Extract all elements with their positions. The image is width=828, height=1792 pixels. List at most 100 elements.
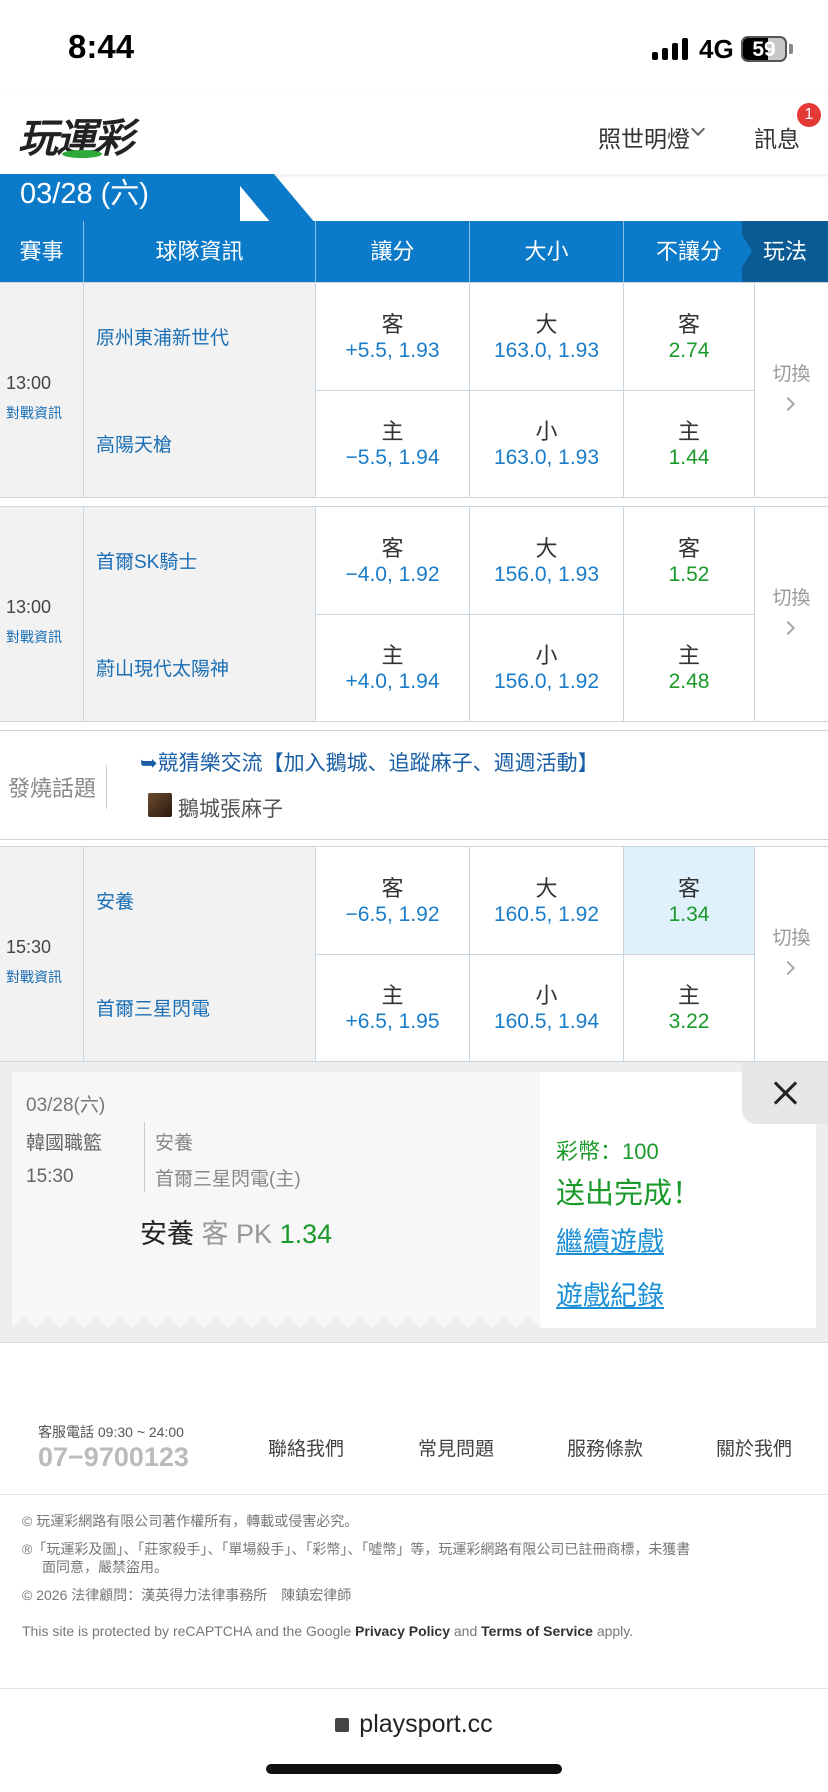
game-time: 13:00: [6, 373, 52, 393]
team-cell: 高陽天槍: [84, 390, 316, 497]
odds-value: +5.5, 1.93: [345, 339, 440, 362]
team-name[interactable]: 首爾SK騎士: [96, 547, 197, 574]
odds-label: 主: [677, 643, 700, 668]
footer-link-terms[interactable]: 服務條款: [567, 1434, 643, 1461]
odds-value: 2.48: [668, 670, 710, 693]
odds-cell-moneyline[interactable]: 主 2.48: [624, 614, 754, 721]
odds-cell-moneyline[interactable]: 主 3.22: [624, 954, 754, 1061]
pick-side: 客 PK: [201, 1219, 273, 1249]
avatar: [148, 793, 172, 817]
odds-cell-spread[interactable]: 客 −4.0, 1.92: [316, 507, 470, 614]
matchup-info-link[interactable]: 對戰資訊: [6, 627, 62, 647]
recaptcha-and: and: [450, 1623, 482, 1639]
odds-label: 主: [381, 419, 404, 444]
team-name[interactable]: 蔚山現代太陽神: [96, 654, 229, 681]
col-play[interactable]: 玩法: [742, 221, 828, 282]
team-name[interactable]: 安養: [96, 887, 134, 914]
odds-cell-moneyline[interactable]: 主 1.44: [624, 390, 754, 497]
row-divider: [316, 954, 754, 955]
footer-link-faq[interactable]: 常見問題: [418, 1434, 494, 1461]
team-name[interactable]: 高陽天槍: [96, 430, 172, 457]
odds-cell-spread[interactable]: 主 +6.5, 1.95: [316, 954, 470, 1061]
team-cell: 首爾三星閃電: [84, 954, 316, 1061]
recaptcha-apply: apply.: [592, 1623, 634, 1639]
odds-cell-total[interactable]: 小 156.0, 1.92: [470, 614, 624, 721]
legal-counsel-text: © 2026 法律顧問：漢英得力法律事務所 陳鎮宏律師: [22, 1587, 352, 1603]
game-time: 15:30: [6, 937, 52, 957]
odds-label: 小: [535, 983, 558, 1008]
pick-odds: 1.34: [279, 1219, 333, 1249]
footer-link-about[interactable]: 關於我們: [716, 1434, 792, 1461]
odds-label: 大: [535, 536, 558, 561]
trademark-text-cont: 面同意，嚴禁盜用。: [42, 1559, 168, 1575]
switch-play-button[interactable]: 切換: [754, 283, 828, 497]
odds-cell-total[interactable]: 大 156.0, 1.93: [470, 507, 624, 614]
hot-topic-label: 發燒話題: [8, 776, 97, 801]
continue-game-link[interactable]: 繼續遊戲: [556, 1220, 664, 1259]
ticket-date: 03/28(六): [26, 1095, 106, 1116]
odds-label: 主: [381, 983, 404, 1008]
chevron-down-icon[interactable]: [690, 121, 706, 137]
privacy-policy-link[interactable]: Privacy Policy: [355, 1623, 450, 1639]
odds-value: −5.5, 1.94: [345, 446, 440, 469]
game-row: 13:00 對戰資訊 原州東浦新世代 高陽天槍 客 +5.5, 1.93 主 −…: [0, 282, 828, 498]
odds-value: 1.44: [668, 446, 710, 469]
col-moneyline: 不讓分: [655, 239, 722, 264]
switch-play-button[interactable]: 切換: [754, 847, 828, 1061]
messages-link[interactable]: 訊息: [754, 120, 800, 154]
terms-of-service-link[interactable]: Terms of Service: [481, 1623, 593, 1639]
battery-icon: 59: [741, 36, 787, 62]
odds-table-header: 賽事 球隊資訊 讓分 大小 不讓分 玩法: [0, 221, 828, 282]
hot-topic-author[interactable]: 鵝城張麻子: [178, 793, 283, 823]
game-history-link[interactable]: 遊戲紀錄: [556, 1274, 664, 1313]
row-divider: [316, 390, 754, 391]
status-time: 8:44: [68, 28, 135, 65]
odds-label: 小: [535, 419, 558, 444]
odds-label: 主: [381, 643, 404, 668]
home-indicator[interactable]: [266, 1764, 562, 1774]
team-name[interactable]: 首爾三星閃電: [96, 994, 210, 1021]
close-button[interactable]: [742, 1062, 828, 1124]
switch-label: 切換: [772, 364, 811, 385]
odds-cell-spread[interactable]: 客 +5.5, 1.93: [316, 283, 470, 390]
play-notch: [742, 235, 752, 267]
col-game: 賽事: [0, 221, 84, 282]
odds-value: 160.5, 1.92: [493, 903, 600, 926]
matchup-info-link[interactable]: 對戰資訊: [6, 967, 62, 987]
odds-cell-spread[interactable]: 主 +4.0, 1.94: [316, 614, 470, 721]
hot-topic-link[interactable]: ➥競猜樂交流【加入鵝城、追蹤麻子、週週活動】: [140, 747, 599, 777]
odds-label: 客: [381, 536, 404, 561]
battery-level: 59: [752, 38, 776, 61]
odds-cell-moneyline[interactable]: 客 1.52: [624, 507, 754, 614]
team-cell: 首爾SK騎士: [84, 507, 316, 614]
odds-cell-spread[interactable]: 主 −5.5, 1.94: [316, 390, 470, 497]
switch-play-button[interactable]: 切換: [754, 507, 828, 721]
odds-cell-total[interactable]: 大 160.5, 1.92: [470, 847, 624, 954]
odds-value: 163.0, 1.93: [493, 446, 600, 469]
switch-label: 切換: [772, 928, 811, 949]
odds-cell-moneyline-selected[interactable]: 客 1.34: [624, 847, 754, 954]
user-menu[interactable]: 照世明燈: [598, 120, 690, 154]
customer-service-phone[interactable]: 07−9700123: [38, 1442, 189, 1473]
odds-cell-total[interactable]: 大 163.0, 1.93: [470, 283, 624, 390]
odds-cell-moneyline[interactable]: 客 2.74: [624, 283, 754, 390]
signal-icon: [652, 38, 688, 60]
odds-cell-total[interactable]: 小 160.5, 1.94: [470, 954, 624, 1061]
odds-cell-spread[interactable]: 客 −6.5, 1.92: [316, 847, 470, 954]
odds-value: +4.0, 1.94: [345, 670, 440, 693]
odds-value: 156.0, 1.93: [493, 563, 600, 586]
footer-link-contact[interactable]: 聯絡我們: [268, 1434, 344, 1461]
odds-label: 主: [677, 419, 700, 444]
odds-label: 主: [677, 983, 700, 1008]
bet-ticket: 03/28(六) 韓國職籃 15:30 安養 首爾三星閃電(主) 安養 客 PK…: [12, 1072, 540, 1328]
ticket-team-home: 首爾三星閃電(主): [155, 1169, 301, 1190]
matchup-info-link[interactable]: 對戰資訊: [6, 403, 62, 423]
odds-cell-total[interactable]: 小 163.0, 1.93: [470, 390, 624, 497]
pick-team: 安養: [140, 1219, 194, 1249]
chevron-right-icon: [780, 620, 796, 636]
browser-url-bar[interactable]: playsport.cc: [0, 1710, 828, 1739]
ticket-league: 韓國職籃: [26, 1133, 103, 1154]
chevron-right-icon: [780, 960, 796, 976]
ticket-team-away: 安養: [155, 1133, 194, 1154]
team-name[interactable]: 原州東浦新世代: [96, 323, 229, 350]
